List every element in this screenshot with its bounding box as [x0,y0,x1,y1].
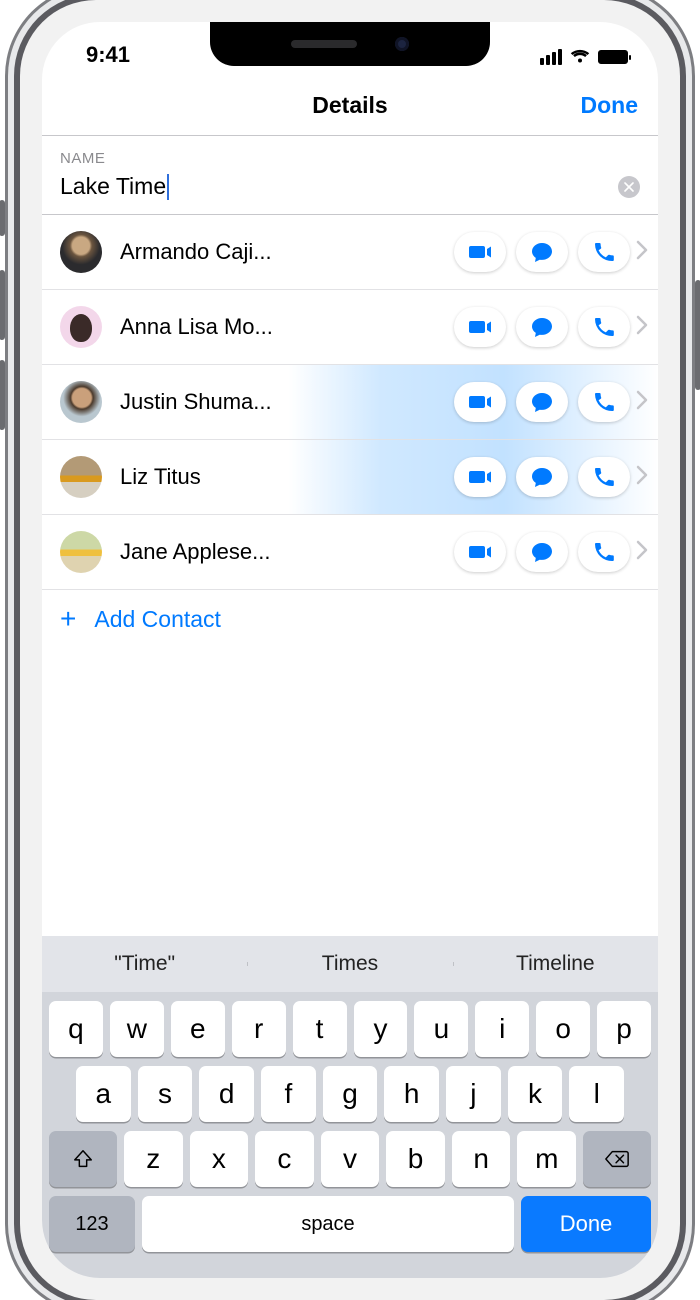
audio-call-button[interactable] [578,307,630,347]
text-cursor [167,174,169,200]
plus-icon: + [60,605,76,633]
chevron-right-icon [636,240,648,265]
key-t[interactable]: t [293,1001,347,1057]
video-call-button[interactable] [454,382,506,422]
keyboard: "Time" Times Timeline qwertyuiop asdfghj… [42,936,658,1278]
key-d[interactable]: d [199,1066,254,1122]
screen: 9:41 Details Done NAME Lake Time Armando… [42,22,658,1278]
shift-key[interactable] [49,1131,117,1187]
avatar [60,231,102,273]
cellular-icon [540,49,562,65]
suggestion-3[interactable]: Timeline [453,952,658,976]
header: Details Done [42,76,658,136]
avatar [60,456,102,498]
suggestion-bar: "Time" Times Timeline [42,936,658,992]
key-z[interactable]: z [124,1131,183,1187]
message-button[interactable] [516,382,568,422]
key-v[interactable]: v [321,1131,380,1187]
audio-call-button[interactable] [578,457,630,497]
contact-row[interactable]: Liz Titus [42,440,658,515]
contact-name: Jane Applese... [120,539,454,565]
audio-call-button[interactable] [578,232,630,272]
chevron-right-icon [636,315,648,340]
contact-name: Armando Caji... [120,239,454,265]
add-contact-button[interactable]: + Add Contact [42,590,658,648]
key-i[interactable]: i [475,1001,529,1057]
video-call-button[interactable] [454,307,506,347]
key-r[interactable]: r [232,1001,286,1057]
key-b[interactable]: b [386,1131,445,1187]
key-a[interactable]: a [76,1066,131,1122]
key-m[interactable]: m [517,1131,576,1187]
key-k[interactable]: k [508,1066,563,1122]
key-s[interactable]: s [138,1066,193,1122]
key-h[interactable]: h [384,1066,439,1122]
done-button[interactable]: Done [581,92,639,119]
avatar [60,531,102,573]
space-key[interactable]: space [142,1196,514,1252]
page-title: Details [312,92,387,119]
chevron-right-icon [636,390,648,415]
video-call-button[interactable] [454,457,506,497]
suggestion-1[interactable]: "Time" [42,952,247,976]
key-y[interactable]: y [354,1001,408,1057]
video-call-button[interactable] [454,232,506,272]
contact-row[interactable]: Armando Caji... [42,215,658,290]
avatar [60,306,102,348]
suggestion-2[interactable]: Times [247,952,452,976]
contact-row[interactable]: Justin Shuma... [42,365,658,440]
name-section-label: NAME [42,136,658,173]
contact-row[interactable]: Jane Applese... [42,515,658,590]
avatar [60,381,102,423]
status-time: 9:41 [86,42,130,68]
numbers-key[interactable]: 123 [49,1196,135,1252]
audio-call-button[interactable] [578,532,630,572]
key-j[interactable]: j [446,1066,501,1122]
key-g[interactable]: g [323,1066,378,1122]
contact-row[interactable]: Anna Lisa Mo... [42,290,658,365]
backspace-key[interactable] [583,1131,651,1187]
key-q[interactable]: q [49,1001,103,1057]
phone-frame: 9:41 Details Done NAME Lake Time Armando… [20,0,680,1300]
key-f[interactable]: f [261,1066,316,1122]
key-n[interactable]: n [452,1131,511,1187]
key-u[interactable]: u [414,1001,468,1057]
message-button[interactable] [516,232,568,272]
key-c[interactable]: c [255,1131,314,1187]
contact-name: Justin Shuma... [120,389,454,415]
wifi-icon [570,44,590,70]
key-w[interactable]: w [110,1001,164,1057]
contact-name: Anna Lisa Mo... [120,314,454,340]
message-button[interactable] [516,532,568,572]
key-e[interactable]: e [171,1001,225,1057]
key-l[interactable]: l [569,1066,624,1122]
group-name-value: Lake Time [60,173,166,200]
group-name-field[interactable]: Lake Time [42,173,658,215]
notch [210,22,490,66]
chevron-right-icon [636,540,648,565]
contact-name: Liz Titus [120,464,454,490]
key-p[interactable]: p [597,1001,651,1057]
key-o[interactable]: o [536,1001,590,1057]
add-contact-label: Add Contact [94,606,221,633]
battery-icon [598,50,628,64]
audio-call-button[interactable] [578,382,630,422]
chevron-right-icon [636,465,648,490]
video-call-button[interactable] [454,532,506,572]
message-button[interactable] [516,307,568,347]
key-x[interactable]: x [190,1131,249,1187]
keyboard-done-key[interactable]: Done [521,1196,651,1252]
clear-text-button[interactable] [618,176,640,198]
message-button[interactable] [516,457,568,497]
